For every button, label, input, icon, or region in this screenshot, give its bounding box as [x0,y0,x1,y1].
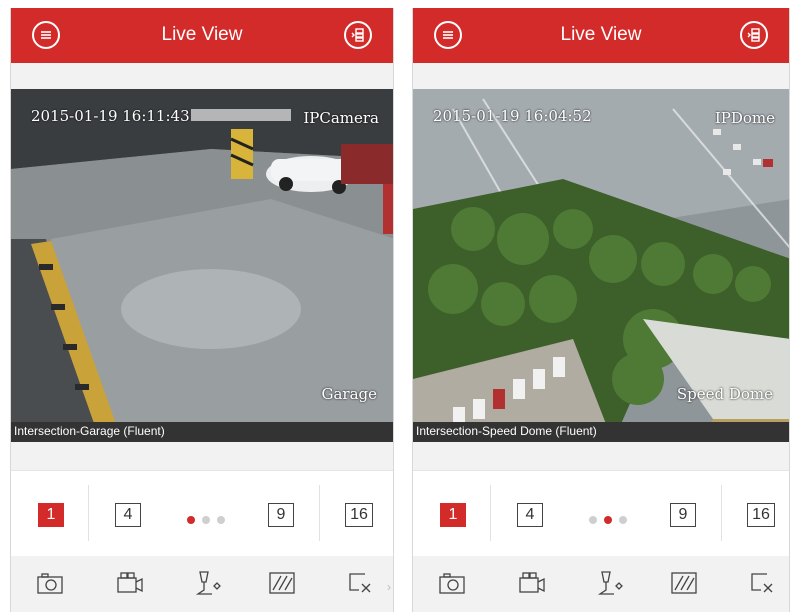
close-window-icon[interactable] [747,568,777,598]
app-header: Live View [413,8,789,63]
gap [413,442,789,470]
divider [88,485,89,541]
osd-location: Garage [321,385,377,403]
split-selector: 1 4 9 16 [11,470,393,558]
layout-switch-icon[interactable] [344,21,372,49]
channel-label: Intersection-Speed Dome (Fluent) [416,424,597,438]
split-1-button[interactable]: 1 [38,503,64,527]
page-dot [217,516,225,524]
gap [11,442,393,470]
app-header: Live View [11,8,393,63]
split-4-button[interactable]: 4 [115,503,141,527]
split-9-button[interactable]: 9 [268,503,294,527]
osd-location: Speed Dome [676,385,773,403]
page-dot [589,516,597,524]
page-indicator[interactable] [187,511,232,529]
osd-camera-name: IPDome [714,109,775,127]
page-dot [187,516,195,524]
osd-camera-name: IPCamera [303,109,379,127]
page-dot [604,516,612,524]
split-16-button[interactable]: 16 [747,503,775,527]
divider [319,485,320,541]
live-toolbar [413,556,789,612]
camera-snapshot-icon[interactable] [437,568,467,598]
camera-snapshot-icon[interactable] [35,568,65,598]
page-dot [619,516,627,524]
phone-screen-left: Live View 2015-01-19 16:11:43 IPCamera G… [10,8,394,612]
split-selector: 1 4 9 16 [413,470,789,558]
ptz-control-icon[interactable] [192,568,222,598]
divider [721,485,722,541]
image-quality-icon[interactable] [669,568,699,598]
page-title: Live View [161,24,243,45]
page-dot [202,516,210,524]
channel-label-bar: Intersection-Garage (Fluent) [11,422,393,442]
phone-screen-right: Live View 2015-01-19 16:04:52 IPDome Spe… [412,8,790,612]
video-record-icon[interactable] [517,568,547,598]
ptz-control-icon[interactable] [594,568,624,598]
spacer [11,63,393,89]
spacer [413,63,789,89]
split-4-button[interactable]: 4 [517,503,543,527]
live-video-garage[interactable]: 2015-01-19 16:11:43 IPCamera Garage [11,89,393,442]
page-title: Live View [560,24,642,45]
image-quality-icon[interactable] [267,568,297,598]
close-window-icon[interactable] [345,568,375,598]
live-video-speed-dome[interactable]: 2015-01-19 16:04:52 IPDome Speed Dome [413,89,789,442]
page-indicator[interactable] [589,511,634,529]
osd-timestamp: 2015-01-19 16:11:43 [31,107,190,125]
channel-label-bar: Intersection-Speed Dome (Fluent) [413,422,789,442]
live-toolbar: › [11,556,393,612]
layout-switch-icon[interactable] [740,21,768,49]
video-record-icon[interactable] [115,568,145,598]
split-1-button[interactable]: 1 [440,503,466,527]
divider [490,485,491,541]
chevron-right-icon[interactable]: › [387,580,391,594]
channel-label: Intersection-Garage (Fluent) [14,424,165,438]
split-16-button[interactable]: 16 [345,503,373,527]
split-9-button[interactable]: 9 [670,503,696,527]
osd-timestamp: 2015-01-19 16:04:52 [433,107,592,125]
